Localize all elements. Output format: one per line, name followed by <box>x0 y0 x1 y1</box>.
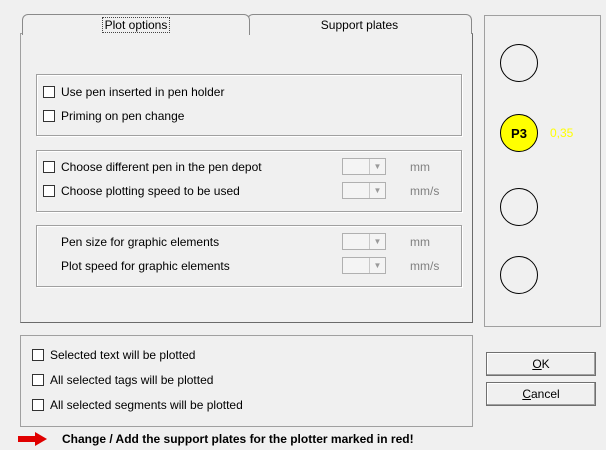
priming-box[interactable] <box>43 110 55 122</box>
pen-slot-2[interactable]: P3 <box>500 114 538 152</box>
selected-tags-label: All selected tags will be plotted <box>50 373 214 387</box>
different-pen-box[interactable] <box>43 161 55 173</box>
pen-slot-2-label: P3 <box>511 125 527 141</box>
cancel-button[interactable]: Cancel <box>486 382 596 406</box>
selected-tags-box[interactable] <box>32 374 44 386</box>
plot-speed-select[interactable]: ▼ <box>342 182 386 199</box>
selected-text-label: Selected text will be plotted <box>50 348 196 362</box>
tab-plot-options-label: Plot options <box>101 17 171 33</box>
graphic-plot-speed-label: Plot speed for graphic elements <box>61 259 230 273</box>
plot-speed-label: Choose plotting speed to be used <box>61 184 240 198</box>
red-arrow-icon <box>18 432 47 446</box>
use-pen-holder-label: Use pen inserted in pen holder <box>61 85 225 99</box>
chevron-down-icon[interactable]: ▼ <box>369 159 385 174</box>
tab-support-plates[interactable]: Support plates <box>247 14 472 34</box>
plot-speed-box[interactable] <box>43 185 55 197</box>
ok-button-label: OK <box>532 357 550 371</box>
plot-speed-checkbox[interactable]: Choose plotting speed to be used <box>43 183 240 199</box>
selected-text-box[interactable] <box>32 349 44 361</box>
footer-warning-message: Change / Add the support plates for the … <box>62 432 414 446</box>
selected-tags-checkbox[interactable]: All selected tags will be plotted <box>32 372 213 388</box>
selected-text-checkbox[interactable]: Selected text will be plotted <box>32 347 195 363</box>
chevron-down-icon[interactable]: ▼ <box>369 183 385 198</box>
use-pen-holder-box[interactable] <box>43 86 55 98</box>
pen-slot-4[interactable] <box>500 256 538 294</box>
different-pen-label: Choose different pen in the pen depot <box>61 160 262 174</box>
ok-button[interactable]: OK <box>486 352 596 376</box>
graphic-plot-speed-select[interactable]: ▼ <box>342 257 386 274</box>
graphic-pen-size-select[interactable]: ▼ <box>342 233 386 250</box>
pen-slot-1[interactable] <box>500 44 538 82</box>
graphic-pen-size-label: Pen size for graphic elements <box>61 235 220 249</box>
tab-support-plates-label: Support plates <box>320 17 399 32</box>
priming-label: Priming on pen change <box>61 109 185 123</box>
tab-plot-options[interactable]: Plot options <box>22 14 250 35</box>
use-pen-holder-checkbox[interactable]: Use pen inserted in pen holder <box>43 84 224 100</box>
pen-slot-3[interactable] <box>500 188 538 226</box>
selected-segments-label: All selected segments will be plotted <box>50 398 243 412</box>
graphic-pen-size-unit: mm <box>410 235 430 249</box>
plot-speed-unit: mm/s <box>410 184 440 198</box>
pen-depot-size-select[interactable]: ▼ <box>342 158 386 175</box>
priming-checkbox[interactable]: Priming on pen change <box>43 108 184 124</box>
chevron-down-icon[interactable]: ▼ <box>369 234 385 249</box>
different-pen-checkbox[interactable]: Choose different pen in the pen depot <box>43 159 262 175</box>
chevron-down-icon[interactable]: ▼ <box>369 258 385 273</box>
pen-depot-size-unit: mm <box>410 160 430 174</box>
selected-segments-checkbox[interactable]: All selected segments will be plotted <box>32 397 243 413</box>
pen-slot-2-value: 0,35 <box>550 126 574 140</box>
selected-segments-box[interactable] <box>32 399 44 411</box>
cancel-button-label: Cancel <box>522 387 560 401</box>
graphic-plot-speed-unit: mm/s <box>410 259 440 273</box>
